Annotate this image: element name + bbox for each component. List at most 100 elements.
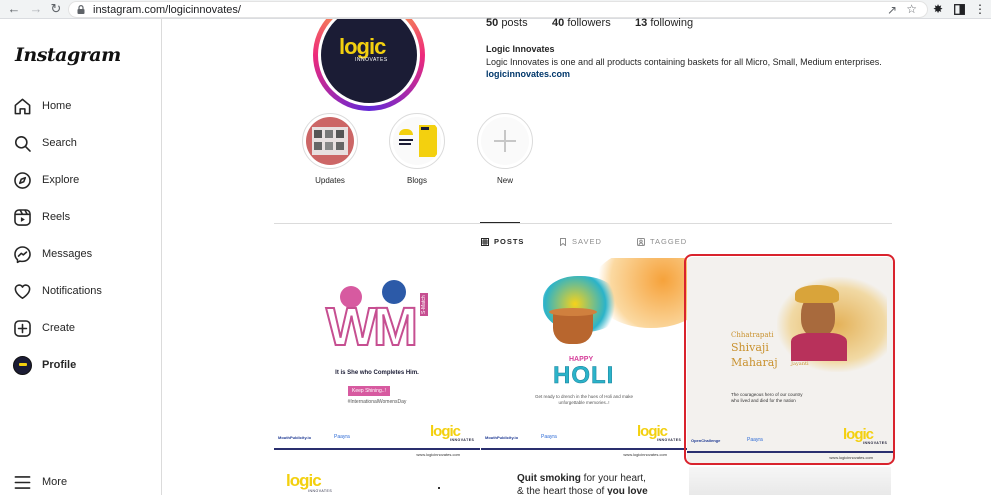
sidebar-item-messages[interactable]: Messages (13, 242, 92, 266)
tabs-divider (274, 223, 892, 224)
profile-bio: Logic Innovates is one and all products … (486, 57, 882, 67)
sidebar-item-more[interactable]: More (13, 470, 67, 494)
share-icon[interactable]: ↗ (887, 3, 897, 17)
extensions-icon[interactable]: ✸ (930, 1, 946, 17)
holi-title: HOLI (553, 362, 615, 390)
sidebar-item-profile[interactable]: Profile (13, 353, 76, 377)
followers-count[interactable]: 40 followers (552, 17, 611, 29)
highlight-new[interactable]: New (477, 113, 533, 185)
reels-icon (14, 208, 31, 226)
brand-logo: logic INNOVATES (636, 423, 682, 442)
address-bar[interactable]: instagram.com/logicinnovates/ ↗ ☆ (68, 1, 928, 18)
pot-rim (549, 308, 597, 316)
avatar-logo-subtext: INNOVATES (355, 57, 388, 63)
tab-tagged[interactable]: TAGGED (637, 237, 687, 246)
holi-caption: Get ready to drench in the hues of Holi … (534, 394, 634, 406)
profile-website-link[interactable]: logicinnovates.com (486, 69, 570, 79)
highlight-label: Updates (315, 176, 345, 185)
messenger-icon (14, 245, 31, 263)
post-footer: MouthPublicity.io Paayra logic INNOVATES … (274, 423, 480, 460)
post-quit-smoking[interactable]: Quit smoking for your heart, & the heart… (481, 465, 687, 495)
sponsor-logo: MouthPublicity.io (485, 435, 519, 440)
sidebar: Instagram Home Search Explore Reels Mess… (0, 19, 162, 495)
sidebar-item-label: Reels (42, 211, 71, 223)
footer-bar (274, 448, 480, 450)
reload-icon[interactable]: ↻ (48, 1, 64, 17)
sidebar-item-label: Home (42, 100, 72, 112)
avatar (13, 355, 32, 375)
post-logic-brand[interactable]: logic INNOVATES (274, 465, 480, 495)
sidebar-item-reels[interactable]: Reels (13, 205, 70, 229)
post-tagline: It is She who Completes Him. (335, 370, 419, 376)
bookmark-icon (560, 237, 566, 246)
sidebar-item-label: Create (42, 322, 76, 334)
highlight-label: New (496, 176, 513, 185)
sidebar-item-label: Messages (42, 248, 93, 260)
address-url[interactable]: instagram.com/logicinnovates/ (93, 4, 241, 16)
post-url: www.logicinnovates.com (623, 452, 667, 457)
dot-mark (438, 487, 440, 489)
sidebar-item-create[interactable]: Create (13, 316, 75, 340)
sidebar-item-home[interactable]: Home (13, 94, 71, 118)
quit-line-1: Quit smoking for your heart, (517, 473, 646, 484)
compass-icon (14, 171, 31, 189)
plus-square-icon (14, 319, 31, 337)
tab-posts[interactable]: POSTS (481, 237, 524, 246)
footer-bar (481, 448, 687, 450)
highlight-blogs[interactable]: Blogs (389, 113, 445, 185)
sidebar-item-label: More (42, 476, 68, 488)
post-badge: Keep Shining..! (348, 386, 390, 396)
back-icon[interactable]: ← (6, 1, 22, 17)
forward-icon[interactable]: → (28, 1, 44, 17)
sidebar-item-notifications[interactable]: Notifications (13, 279, 102, 303)
menu-kebab-icon[interactable]: ⋮ (972, 1, 988, 17)
highlight-image (306, 117, 354, 165)
sidebar-item-label: Profile (42, 359, 77, 371)
brand-subtext: INNOVATES (308, 489, 333, 493)
brand-logo: logic INNOVATES (429, 423, 475, 442)
home-icon (14, 98, 31, 114)
profile-avatar[interactable]: logic INNOVATES (313, 19, 425, 114)
sponsor-logo: Paayra (334, 434, 350, 440)
lock-icon (77, 5, 85, 14)
tab-active-indicator (480, 222, 520, 223)
sidebar-item-label: Notifications (42, 285, 102, 297)
tab-label: TAGGED (650, 237, 688, 246)
bookmark-star-icon[interactable]: ☆ (906, 2, 917, 16)
selection-highlight (684, 254, 895, 465)
sponsor-logo: MouthPublicity.io (278, 435, 312, 440)
grid-icon (481, 237, 489, 246)
plus-icon (494, 130, 516, 152)
sidebar-item-label: Explore (42, 174, 80, 186)
sidebar-item-explore[interactable]: Explore (13, 168, 79, 192)
post-footer: MouthPublicity.io Paayra logic INNOVATES … (481, 423, 687, 460)
sponsor-logo: Paayra (541, 434, 557, 440)
brand-logo: logic (286, 471, 322, 490)
instagram-logo[interactable]: Instagram (15, 44, 121, 66)
search-icon (14, 135, 31, 152)
hamburger-icon (14, 475, 31, 489)
highlight-image (393, 117, 441, 165)
post-womens-day[interactable]: WM S-Match It is She who Completes Him. … (274, 258, 480, 460)
vertical-label: S-Match (420, 293, 428, 316)
highlight-cover (302, 113, 358, 169)
post-hashtag: #InternationalWomensDay (347, 399, 407, 405)
highlight-cover (477, 113, 533, 169)
post-thumbnail[interactable] (689, 467, 891, 495)
sidebar-item-search[interactable]: Search (13, 131, 77, 155)
tab-saved[interactable]: SAVED (559, 237, 602, 246)
post-holi[interactable]: HAPPY HOLI Get ready to drench in the hu… (481, 258, 687, 460)
sidebar-item-label: Search (42, 137, 77, 149)
tab-label: SAVED (572, 237, 602, 246)
highlight-updates[interactable]: Updates (302, 113, 358, 185)
highlight-label: Blogs (406, 176, 427, 185)
tagged-user-icon (637, 237, 645, 246)
following-count[interactable]: 13 following (635, 17, 693, 29)
highlight-cover (389, 113, 445, 169)
quit-line-2: & the heart those of you love (517, 486, 648, 495)
highlight-image (481, 117, 529, 165)
profile-name: Logic Innovates (486, 44, 555, 54)
heart-icon (14, 283, 31, 299)
side-panel-icon[interactable] (951, 1, 967, 17)
wm-logo: WM (325, 297, 419, 357)
